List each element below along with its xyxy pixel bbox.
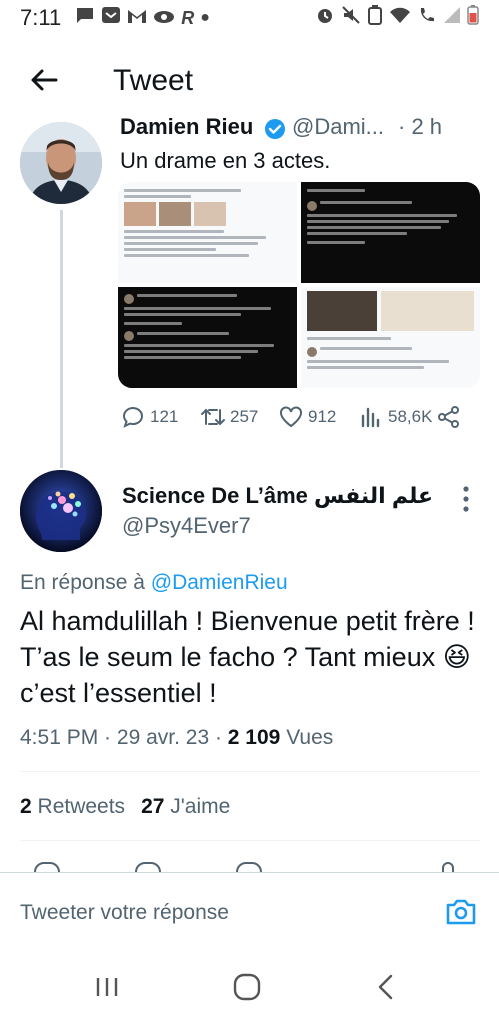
likes-stat-label: J'aime bbox=[164, 795, 231, 818]
alarm-icon bbox=[315, 5, 335, 31]
reply-action[interactable]: 121 bbox=[120, 404, 178, 430]
thread-connector-line bbox=[60, 210, 63, 468]
retweets-stat-label: Retweets bbox=[31, 795, 126, 818]
views-count: 58,6K bbox=[388, 407, 433, 426]
verified-badge-icon bbox=[265, 119, 285, 139]
share-icon[interactable] bbox=[442, 862, 454, 872]
reply-count: 121 bbox=[150, 407, 179, 426]
page-title: Tweet bbox=[113, 64, 194, 97]
reply-input[interactable]: Tweeter votre réponse bbox=[20, 901, 229, 925]
status-bar: 7:11 R ● bbox=[0, 0, 499, 36]
retweet-icon[interactable] bbox=[135, 862, 161, 872]
retweet-action[interactable]: 257 bbox=[200, 404, 258, 430]
wifi-icon bbox=[389, 6, 411, 30]
like-action[interactable]: 912 bbox=[278, 404, 336, 430]
battery-saver-icon bbox=[367, 5, 383, 31]
main-tweet-stats: 2 Retweets 27 J'aime bbox=[20, 795, 230, 819]
inbox-icon bbox=[101, 6, 121, 30]
back-arrow-icon[interactable] bbox=[28, 64, 60, 96]
retweets-stat[interactable]: 2 Retweets bbox=[20, 795, 125, 818]
status-time: 7:11 bbox=[20, 5, 62, 30]
r-app-icon: R bbox=[181, 7, 195, 28]
main-tweet-text: Al hamdulillah ! Bienvenue petit frère !… bbox=[20, 606, 475, 708]
main-tweet-author-name[interactable]: Science De L’âme علم النفس... bbox=[122, 483, 432, 509]
system-navigation-bar bbox=[0, 952, 499, 1024]
retweets-stat-count: 2 bbox=[20, 795, 32, 818]
back-icon[interactable] bbox=[372, 972, 402, 1002]
retweet-icon bbox=[201, 408, 225, 426]
main-tweet-views-label: Vues bbox=[280, 726, 334, 749]
heart-icon bbox=[280, 406, 302, 428]
main-tweet-actions-partial bbox=[0, 862, 499, 872]
reply-composer-bar: Tweeter votre réponse bbox=[0, 872, 499, 952]
eye-icon bbox=[153, 6, 175, 30]
home-icon[interactable] bbox=[232, 972, 262, 1002]
media-image-1[interactable] bbox=[118, 182, 297, 283]
likes-stat[interactable]: 27 J'aime bbox=[141, 795, 230, 818]
parent-tweet-author-name[interactable]: Damien Rieu bbox=[120, 114, 253, 140]
main-tweet-time[interactable]: 4:51 PM bbox=[20, 726, 98, 749]
parent-tweet-avatar[interactable] bbox=[20, 122, 102, 204]
likes-stat-count: 27 bbox=[141, 795, 165, 818]
mute-icon bbox=[341, 5, 361, 31]
recent-apps-icon[interactable] bbox=[92, 972, 122, 1002]
wifi-call-icon bbox=[417, 5, 437, 31]
reply-icon bbox=[122, 407, 143, 428]
main-tweet-author-handle[interactable]: @Psy4Ever7 bbox=[122, 513, 251, 539]
reply-icon[interactable] bbox=[34, 862, 60, 872]
signal-icon bbox=[443, 6, 461, 30]
main-tweet-meta: 4:51 PM · 29 avr. 23 · 2 109 Vues bbox=[20, 726, 334, 749]
retweet-count: 257 bbox=[230, 407, 259, 426]
media-image-3[interactable] bbox=[118, 287, 297, 388]
parent-tweet-text: Un drame en 3 actes. bbox=[120, 148, 331, 173]
more-options-icon[interactable] bbox=[461, 484, 471, 514]
share-icon bbox=[438, 406, 459, 428]
dot-icon: ● bbox=[200, 9, 210, 26]
media-image-4[interactable] bbox=[301, 287, 480, 388]
media-image-2[interactable] bbox=[301, 182, 480, 283]
main-tweet-avatar[interactable] bbox=[20, 470, 102, 552]
replying-to-label: En réponse à bbox=[20, 571, 151, 594]
divider bbox=[20, 840, 480, 841]
top-app-bar: Tweet bbox=[0, 50, 499, 114]
views-action[interactable]: 58,6K bbox=[358, 404, 432, 430]
divider bbox=[20, 771, 480, 772]
views-chart-icon bbox=[361, 407, 380, 428]
replying-to-link[interactable]: @DamienRieu bbox=[151, 571, 288, 594]
main-tweet-date[interactable]: 29 avr. 23 bbox=[117, 726, 209, 749]
camera-icon[interactable] bbox=[444, 895, 478, 929]
like-count: 912 bbox=[308, 407, 337, 426]
main-tweet-views-count: 2 109 bbox=[227, 726, 281, 749]
parent-tweet-timestamp[interactable]: · 2 h bbox=[398, 114, 442, 140]
share-action[interactable] bbox=[436, 404, 462, 430]
heart-icon[interactable] bbox=[236, 862, 262, 872]
gmail-icon bbox=[127, 6, 147, 30]
parent-tweet-media-grid[interactable] bbox=[118, 182, 480, 388]
parent-tweet-actions: 121 257 912 58,6K bbox=[120, 404, 470, 436]
parent-tweet-author-handle[interactable]: @Dami... bbox=[292, 114, 400, 140]
battery-icon bbox=[467, 5, 479, 31]
message-icon bbox=[75, 6, 95, 30]
replying-to: En réponse à @DamienRieu bbox=[20, 571, 288, 595]
